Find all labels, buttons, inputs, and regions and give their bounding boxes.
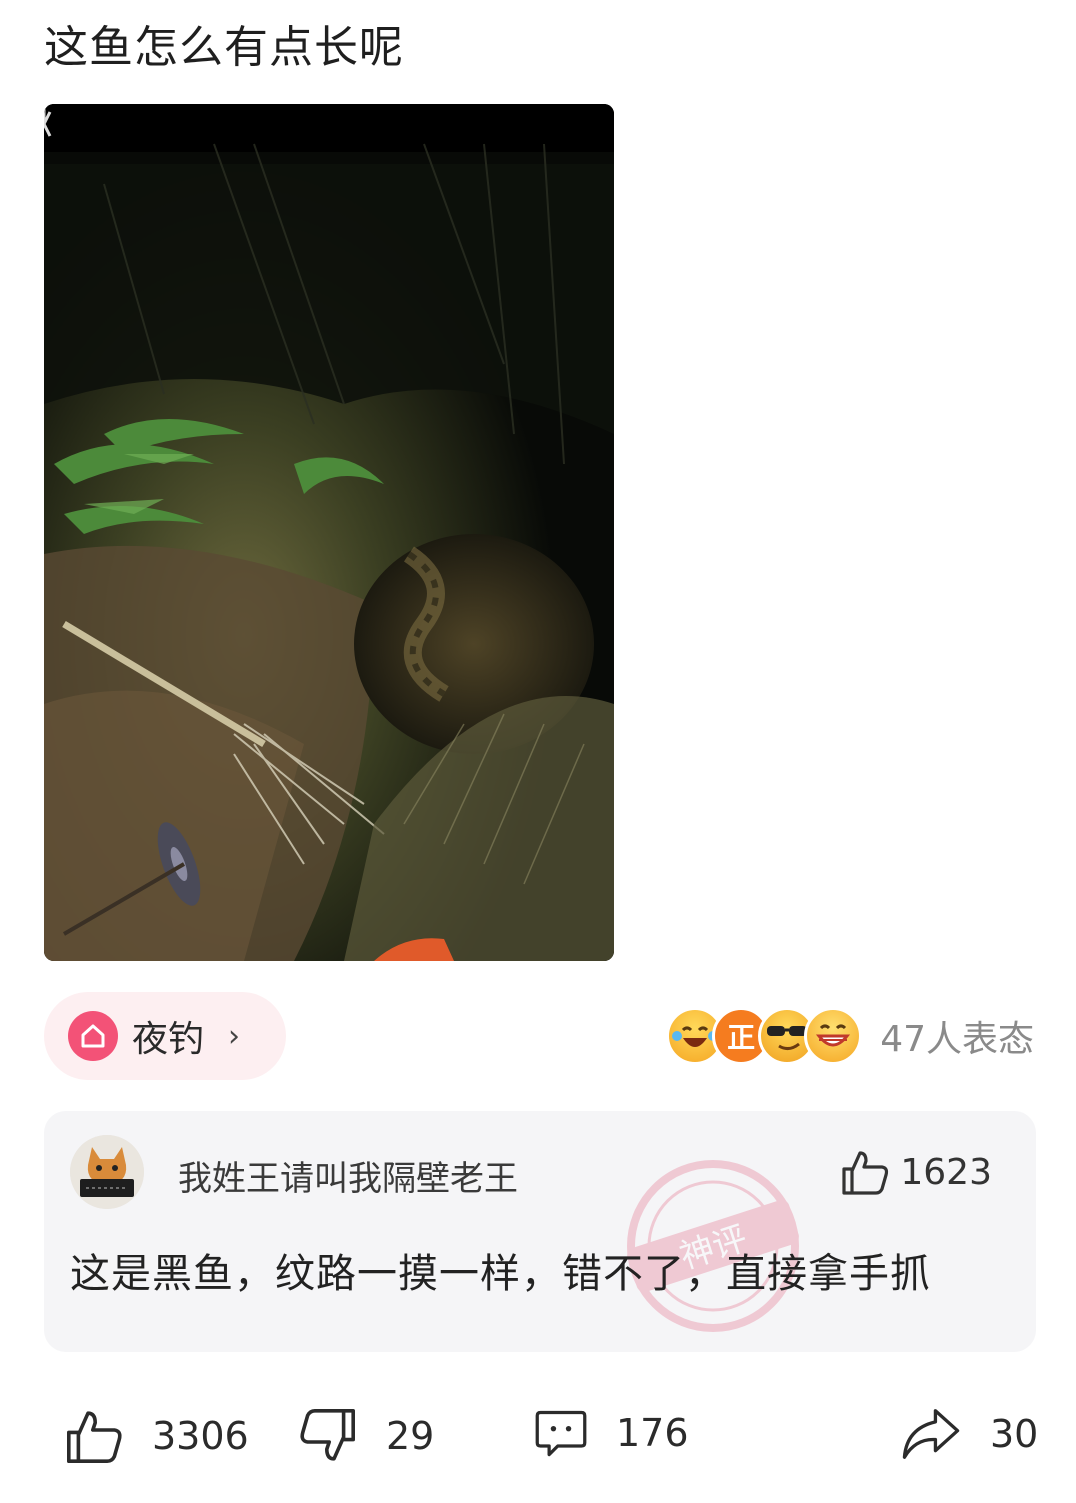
grin-emoji [804,1007,863,1065]
comment-count: 176 [616,1411,689,1455]
like-button[interactable]: 3306 [64,1406,249,1466]
dislike-button[interactable]: 29 [298,1406,434,1466]
comment-like-button[interactable]: 1623 [840,1147,992,1197]
thumbs-down-icon [300,1409,355,1461]
share-button[interactable]: 30 [900,1406,1038,1462]
share-arrow-icon [902,1409,960,1459]
comment-bubble-icon [535,1410,587,1457]
dislike-count: 29 [386,1414,435,1458]
thumbs-up-icon [67,1411,122,1463]
chevron-right-icon: › [228,1018,241,1054]
comment-button[interactable]: 176 [534,1406,689,1460]
topic-chip[interactable]: 夜钓 › [44,992,286,1080]
commenter-name[interactable]: 我姓王请叫我隔壁老王 [178,1151,518,1200]
thumbs-up-icon [842,1151,889,1195]
post-image[interactable] [44,104,614,961]
reaction-emoji-stack: 正 [666,1007,863,1065]
home-icon [68,1011,118,1061]
reaction-summary[interactable]: 正 47人表态 [666,1000,1034,1072]
post-action-bar: 3306 29 176 30 [0,1392,1076,1492]
topic-label: 夜钓 [132,1019,205,1060]
commenter-avatar[interactable] [70,1135,144,1209]
comment-text: 这是黑鱼，纹路一摸一样，错不了，直接拿手抓 [70,1251,931,1297]
like-count: 3306 [152,1414,249,1458]
night-fishing-photo [44,104,614,961]
top-comment-card[interactable]: 我姓王请叫我隔壁老王 神评 1623 这是黑鱼，纹路一摸一样，错不了，直接拿手抓 [44,1111,1036,1352]
post-title: 这鱼怎么有点长呢 [44,22,404,73]
comment-like-count: 1623 [900,1151,992,1193]
reaction-count: 47人表态 [880,1019,1034,1060]
share-count: 30 [990,1412,1039,1456]
